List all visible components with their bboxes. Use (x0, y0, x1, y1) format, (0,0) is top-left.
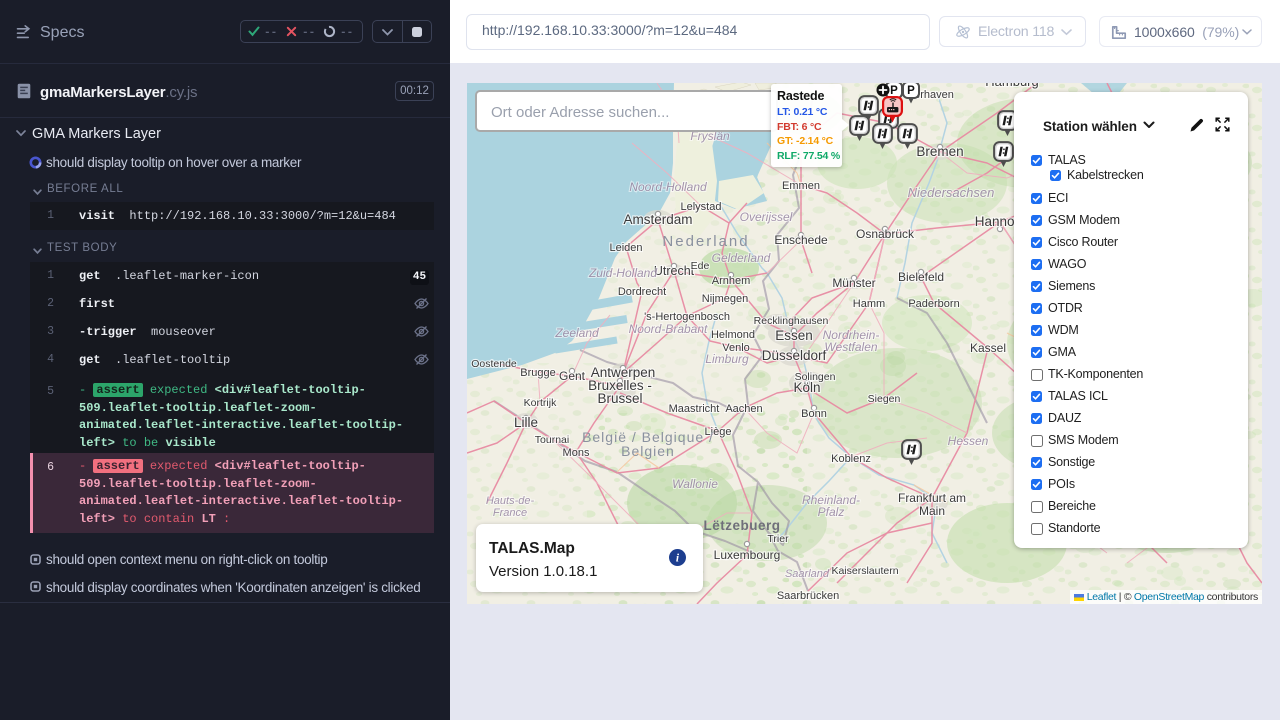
svg-text:Emmen: Emmen (782, 180, 820, 192)
svg-text:Bonn: Bonn (801, 408, 827, 420)
svg-text:Paderborn: Paderborn (908, 298, 959, 310)
svg-text:Nederland: Nederland (662, 233, 749, 250)
svg-text:Noord-Holland: Noord-Holland (629, 180, 707, 194)
svg-text:Luxembourg: Luxembourg (714, 548, 781, 562)
svg-text:Bremen: Bremen (916, 144, 963, 159)
svg-text:Hessen: Hessen (948, 434, 989, 448)
svg-text:Enschede: Enschede (774, 233, 828, 247)
svg-text:Brussel: Brussel (597, 391, 642, 406)
svg-text:Kassel: Kassel (970, 341, 1006, 355)
svg-text:Belgien: Belgien (621, 443, 675, 459)
svg-text:Leiden: Leiden (609, 242, 642, 254)
svg-text:Mons: Mons (563, 447, 590, 459)
svg-text:Lelystad: Lelystad (681, 201, 722, 213)
svg-text:France: France (493, 507, 527, 519)
svg-text:Noord-Brabant: Noord-Brabant (629, 322, 708, 336)
svg-text:Kaiserslautern: Kaiserslautern (831, 565, 898, 577)
svg-text:Dordrecht: Dordrecht (618, 286, 666, 298)
svg-text:Saarland: Saarland (785, 568, 830, 580)
svg-text:Saarbrücken: Saarbrücken (777, 590, 839, 602)
svg-text:Lille: Lille (514, 415, 538, 430)
svg-text:Overijssel: Overijssel (740, 210, 793, 224)
svg-text:Zeeland: Zeeland (554, 326, 599, 340)
svg-text:Main: Main (919, 504, 945, 518)
svg-text:Oostende: Oostende (471, 358, 517, 370)
svg-text:Westfalen: Westfalen (824, 340, 877, 354)
svg-text:Amsterdam: Amsterdam (623, 212, 692, 227)
svg-text:Limburg: Limburg (705, 352, 749, 366)
svg-text:Trier: Trier (767, 533, 789, 545)
svg-text:Brugge: Brugge (520, 367, 555, 379)
svg-text:Hamburg: Hamburg (985, 83, 1038, 89)
svg-text:Ede: Ede (691, 260, 710, 272)
svg-text:erhaven: erhaven (914, 89, 954, 101)
svg-text:Frankfurt am: Frankfurt am (898, 491, 966, 505)
svg-text:Niedersachsen: Niedersachsen (908, 185, 995, 200)
svg-text:Essen: Essen (775, 328, 813, 343)
svg-text:Hauts-de-: Hauts-de- (486, 495, 535, 507)
svg-text:Nijmegen: Nijmegen (702, 293, 748, 305)
svg-text:Koblenz: Koblenz (831, 453, 871, 465)
svg-text:Düsseldorf: Düsseldorf (762, 348, 827, 363)
svg-text:P: P (907, 85, 915, 97)
svg-text:Gelderland: Gelderland (712, 251, 771, 265)
svg-text:Hamm: Hamm (853, 298, 885, 310)
svg-text:Lëtzebuerg: Lëtzebuerg (703, 518, 780, 533)
svg-text:Gent: Gent (559, 369, 586, 383)
svg-text:Pfalz: Pfalz (818, 505, 845, 519)
svg-text:Tournai: Tournai (535, 434, 569, 446)
svg-text:Siegen: Siegen (868, 393, 901, 405)
svg-text:Osnabrück: Osnabrück (856, 227, 915, 241)
svg-text:Utrecht: Utrecht (654, 264, 695, 278)
svg-text:Kortrijk: Kortrijk (524, 397, 557, 409)
svg-text:Arnhem: Arnhem (712, 275, 751, 287)
svg-text:Münster: Münster (832, 276, 875, 290)
svg-text:Bielefeld: Bielefeld (898, 270, 944, 284)
svg-text:Maastricht: Maastricht (669, 403, 720, 415)
svg-text:Wallonie: Wallonie (672, 477, 718, 491)
svg-text:Helmond: Helmond (711, 329, 755, 341)
svg-text:Recklinghausen: Recklinghausen (754, 315, 829, 327)
svg-text:Köln: Köln (793, 380, 820, 395)
svg-text:Zuid-Holland: Zuid-Holland (588, 266, 657, 280)
svg-text:Aachen: Aachen (725, 403, 762, 415)
